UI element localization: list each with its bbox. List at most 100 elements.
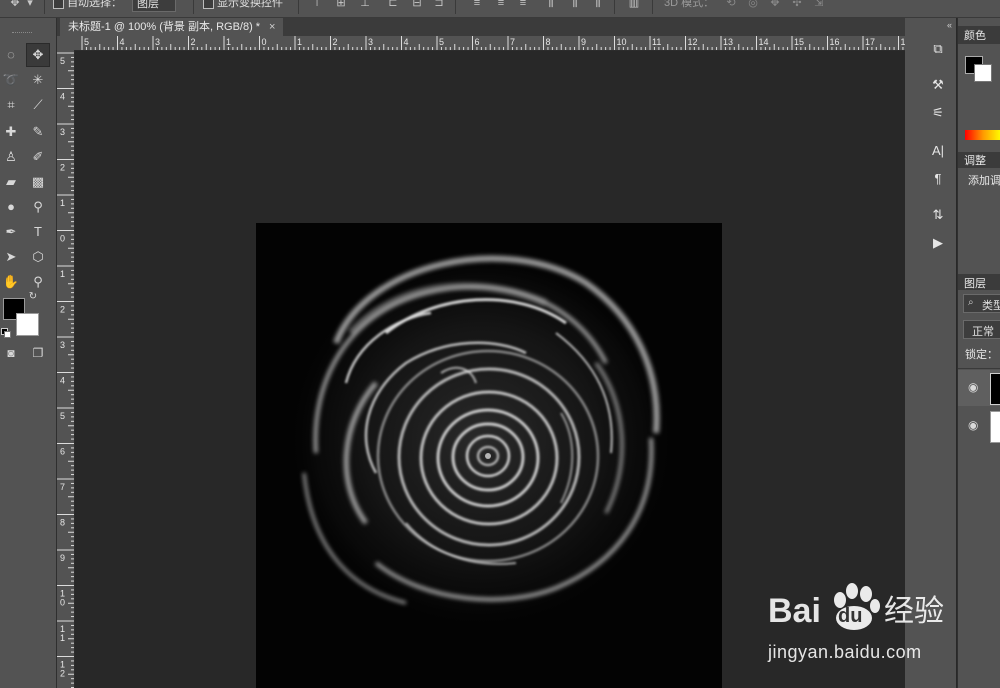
layer-row[interactable]: ◉ [958,408,1000,444]
type-tool-icon[interactable]: T [27,221,49,243]
swap-colors-icon[interactable]: ↻ [26,290,40,304]
drag-3d-icon[interactable]: ✥ [768,0,782,9]
align-top-icon[interactable]: ⊤ [310,0,324,9]
show-transform-checkbox[interactable] [203,0,214,9]
ruler-origin[interactable] [57,36,75,50]
tab-layers[interactable]: 图层 [964,277,986,291]
rotate-3d-icon[interactable]: ⟲ [724,0,738,9]
layer-comps-icon[interactable]: ⇅ [929,206,947,224]
quick-mask-icon[interactable]: ◙ [0,342,22,364]
visibility-eye-icon[interactable]: ◉ [968,380,978,394]
distribute-bottom-icon[interactable]: ≡ [516,0,530,9]
ruler-h-label: 9 [581,37,586,47]
move-tool-icon[interactable]: ✥ [26,43,50,67]
vertical-ruler[interactable]: 543210123456789101112 [57,50,75,688]
align-vcenter-icon[interactable]: ⊞ [334,0,348,9]
document-tab[interactable]: 未标题-1 @ 100% (背景 副本, RGB/8) * × [60,18,283,36]
dodge-tool-icon[interactable]: ⚲ [27,196,49,218]
ruler-v-label: 1 [60,269,65,279]
ruler-h-label: 13 [723,37,733,47]
blur-tool-icon[interactable]: ● [0,196,22,218]
layer-filter-value: 类型 [982,300,1000,312]
document-canvas[interactable] [256,223,722,688]
visibility-eye-icon[interactable]: ◉ [968,418,978,432]
tab-adjustments[interactable]: 调整 [964,154,986,168]
blend-mode-value: 正常 [972,326,994,338]
collapse-panels-icon[interactable]: « [922,20,952,30]
gradient-tool-icon[interactable]: ▩ [27,171,49,193]
distribute-right-icon[interactable]: ⫼ [591,0,605,9]
distribute-left-icon[interactable]: ⫼ [544,0,558,9]
auto-select-dropdown[interactable]: 图层 [132,0,176,12]
distribute-hcenter-icon[interactable]: ⫼ [568,0,582,9]
layer-row[interactable]: ◉ [958,370,1000,406]
ruler-v-label: 0 [60,598,65,608]
marquee-tool-icon[interactable]: ◌ [0,44,22,66]
hand-tool-icon[interactable]: ✋ [0,271,22,293]
ruler-v-label: 3 [60,340,65,350]
align-bottom-icon[interactable]: ⊥ [358,0,372,9]
close-icon[interactable]: × [269,18,275,36]
tools-panel: ◌ ✥ ➰ ✳ ⌗ ⟋ ✚ ✎ ♙ ✐ ▰ ▩ ● ⚲ ✒ T ➤ ⬡ ✋ ⚲ … [0,18,57,688]
ruler-h-label: 16 [830,37,840,47]
divider [455,0,456,14]
ruler-h-label: 15 [794,37,804,47]
layer-filter-dropdown[interactable]: ⌕ 类型 [963,294,1000,313]
ruler-h-label: 3 [368,37,373,47]
chevron-down-icon[interactable]: ▾ [26,0,34,9]
toolbar-grip[interactable] [12,32,32,35]
auto-select-checkbox[interactable] [53,0,64,9]
healing-brush-icon[interactable]: ✚ [0,121,22,143]
auto-select-label: 自动选择： [67,0,123,9]
history-panel-icon[interactable]: ⧉ [929,40,947,58]
lasso-tool-icon[interactable]: ➰ [0,69,22,91]
align-left-icon[interactable]: ⊏ [386,0,400,9]
mode-3d-label: 3D 模式： [664,0,715,9]
distribute-top-icon[interactable]: ≡ [470,0,484,9]
shape-tool-icon[interactable]: ⬡ [27,246,49,268]
ruler-v-label: 4 [60,376,65,386]
ruler-h-label: 6 [475,37,480,47]
align-hcenter-icon[interactable]: ⊟ [410,0,424,9]
character-panel-icon[interactable]: A| [929,142,947,160]
crop-tool-icon[interactable]: ⌗ [0,94,22,116]
color-ramp[interactable] [965,130,1000,140]
paragraph-panel-icon[interactable]: ¶ [929,170,947,188]
pen-tool-icon[interactable]: ✒ [0,221,22,243]
ruler-h-label: 11 [652,37,661,47]
tool-presets-icon[interactable]: ⚒ [929,76,947,94]
slide-3d-icon[interactable]: ✣ [790,0,804,9]
horizontal-ruler[interactable]: 543210123456789101112131415161718 [75,36,905,51]
ruler-h-label: 1 [297,37,302,47]
ruler-v-label: 9 [60,553,65,563]
magic-wand-icon[interactable]: ✳ [27,69,49,91]
ruler-v-label: 2 [60,669,65,679]
auto-align-icon[interactable]: ▥ [627,0,641,9]
properties-panel-icon[interactable]: ⚟ [929,104,947,122]
default-colors-icon[interactable] [1,328,11,338]
brush-tool-icon[interactable]: ✎ [27,121,49,143]
scale-3d-icon[interactable]: ⇲ [812,0,826,9]
eyedropper-icon[interactable]: ⟋ [27,94,49,116]
clone-stamp-icon[interactable]: ♙ [0,146,22,168]
divider [44,0,45,14]
blend-mode-dropdown[interactable]: 正常 [963,320,1000,339]
history-brush-icon[interactable]: ✐ [27,146,49,168]
move-tool-icon[interactable]: ✥ [8,0,22,9]
roll-3d-icon[interactable]: ◎ [746,0,760,9]
screen-mode-icon[interactable]: ❐ [27,342,49,364]
distribute-vcenter-icon[interactable]: ≡ [494,0,508,9]
panel-background-swatch[interactable] [974,64,992,82]
ruler-h-label: 5 [84,37,89,47]
ruler-v-label: 8 [60,518,65,528]
background-color-swatch[interactable] [16,313,39,336]
vertical-ruler-ticks: 543210123456789101112 [57,52,74,688]
path-selection-icon[interactable]: ➤ [0,246,22,268]
tab-color[interactable]: 颜色 [964,29,986,43]
ruler-v-label: 0 [60,234,65,244]
actions-play-icon[interactable]: ▶ [929,234,947,252]
eraser-icon[interactable]: ▰ [0,171,22,193]
document-tab-title: 未标题-1 @ 100% (背景 副本, RGB/8) * [68,21,261,33]
align-right-icon[interactable]: ⊐ [432,0,446,9]
ruler-v-label: 3 [60,127,65,137]
